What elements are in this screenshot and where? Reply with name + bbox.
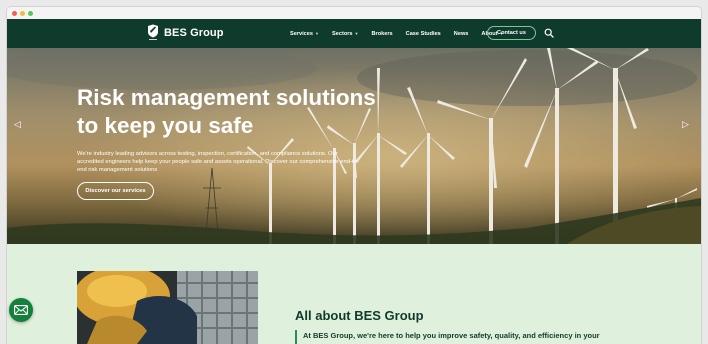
menu-case-studies-label: Case Studies	[405, 30, 441, 37]
hero-title: Risk management solutions to keep you sa…	[77, 85, 376, 138]
menu-brokers[interactable]: Brokers	[372, 31, 393, 37]
discover-services-button[interactable]: Discover our services	[77, 182, 154, 200]
engineer-photo	[77, 271, 258, 344]
menu-news[interactable]: News	[454, 31, 469, 37]
close-dot[interactable]	[12, 10, 17, 16]
menu-services-label: Services	[290, 30, 314, 37]
minimize-dot[interactable]	[20, 10, 25, 16]
menu-news-label: News	[453, 30, 469, 37]
menu-services[interactable]: Services ▼	[290, 31, 319, 37]
menu-sectors-label: Sectors	[332, 30, 353, 37]
hero-banner: ◁ ▷ Risk management solutions to keep yo…	[7, 48, 701, 244]
chevron-right-icon[interactable]: ▷	[682, 119, 689, 130]
site-header: BES Group Services ▼ Sectors ▼ Brokers Cas…	[7, 19, 701, 48]
about-section: All about BES Group At BES Group, we're …	[7, 244, 701, 344]
search-icon[interactable]	[544, 28, 554, 38]
contact-button[interactable]: Contact us	[487, 26, 536, 40]
shield-logo-icon	[148, 24, 158, 40]
chevron-down-icon: ▼	[354, 31, 359, 36]
about-intro: At BES Group, we're here to help you imp…	[303, 331, 600, 340]
main-menu: Services ▼ Sectors ▼ Brokers Case Studies …	[290, 19, 517, 48]
browser-window: BES Group Services ▼ Sectors ▼ Brokers Cas…	[7, 7, 701, 344]
brand-logo[interactable]: BES Group	[147, 24, 224, 41]
browser-chrome	[7, 7, 701, 19]
brand-name: BES Group	[164, 26, 224, 39]
chevron-left-icon[interactable]: ◁	[14, 119, 21, 130]
hero-description: We're industry leading advisors across t…	[77, 151, 359, 174]
menu-brokers-label: Brokers	[371, 30, 393, 37]
about-title: All about BES Group	[295, 308, 424, 323]
quote-bar	[295, 330, 297, 344]
chevron-down-icon: ▼	[315, 31, 319, 36]
mail-icon	[14, 305, 28, 315]
maximize-dot[interactable]	[28, 10, 33, 16]
wind-farm-image	[7, 48, 701, 244]
menu-sectors[interactable]: Sectors ▼	[332, 31, 359, 37]
email-contact-button[interactable]	[9, 298, 33, 322]
menu-case-studies[interactable]: Case Studies	[406, 31, 441, 37]
